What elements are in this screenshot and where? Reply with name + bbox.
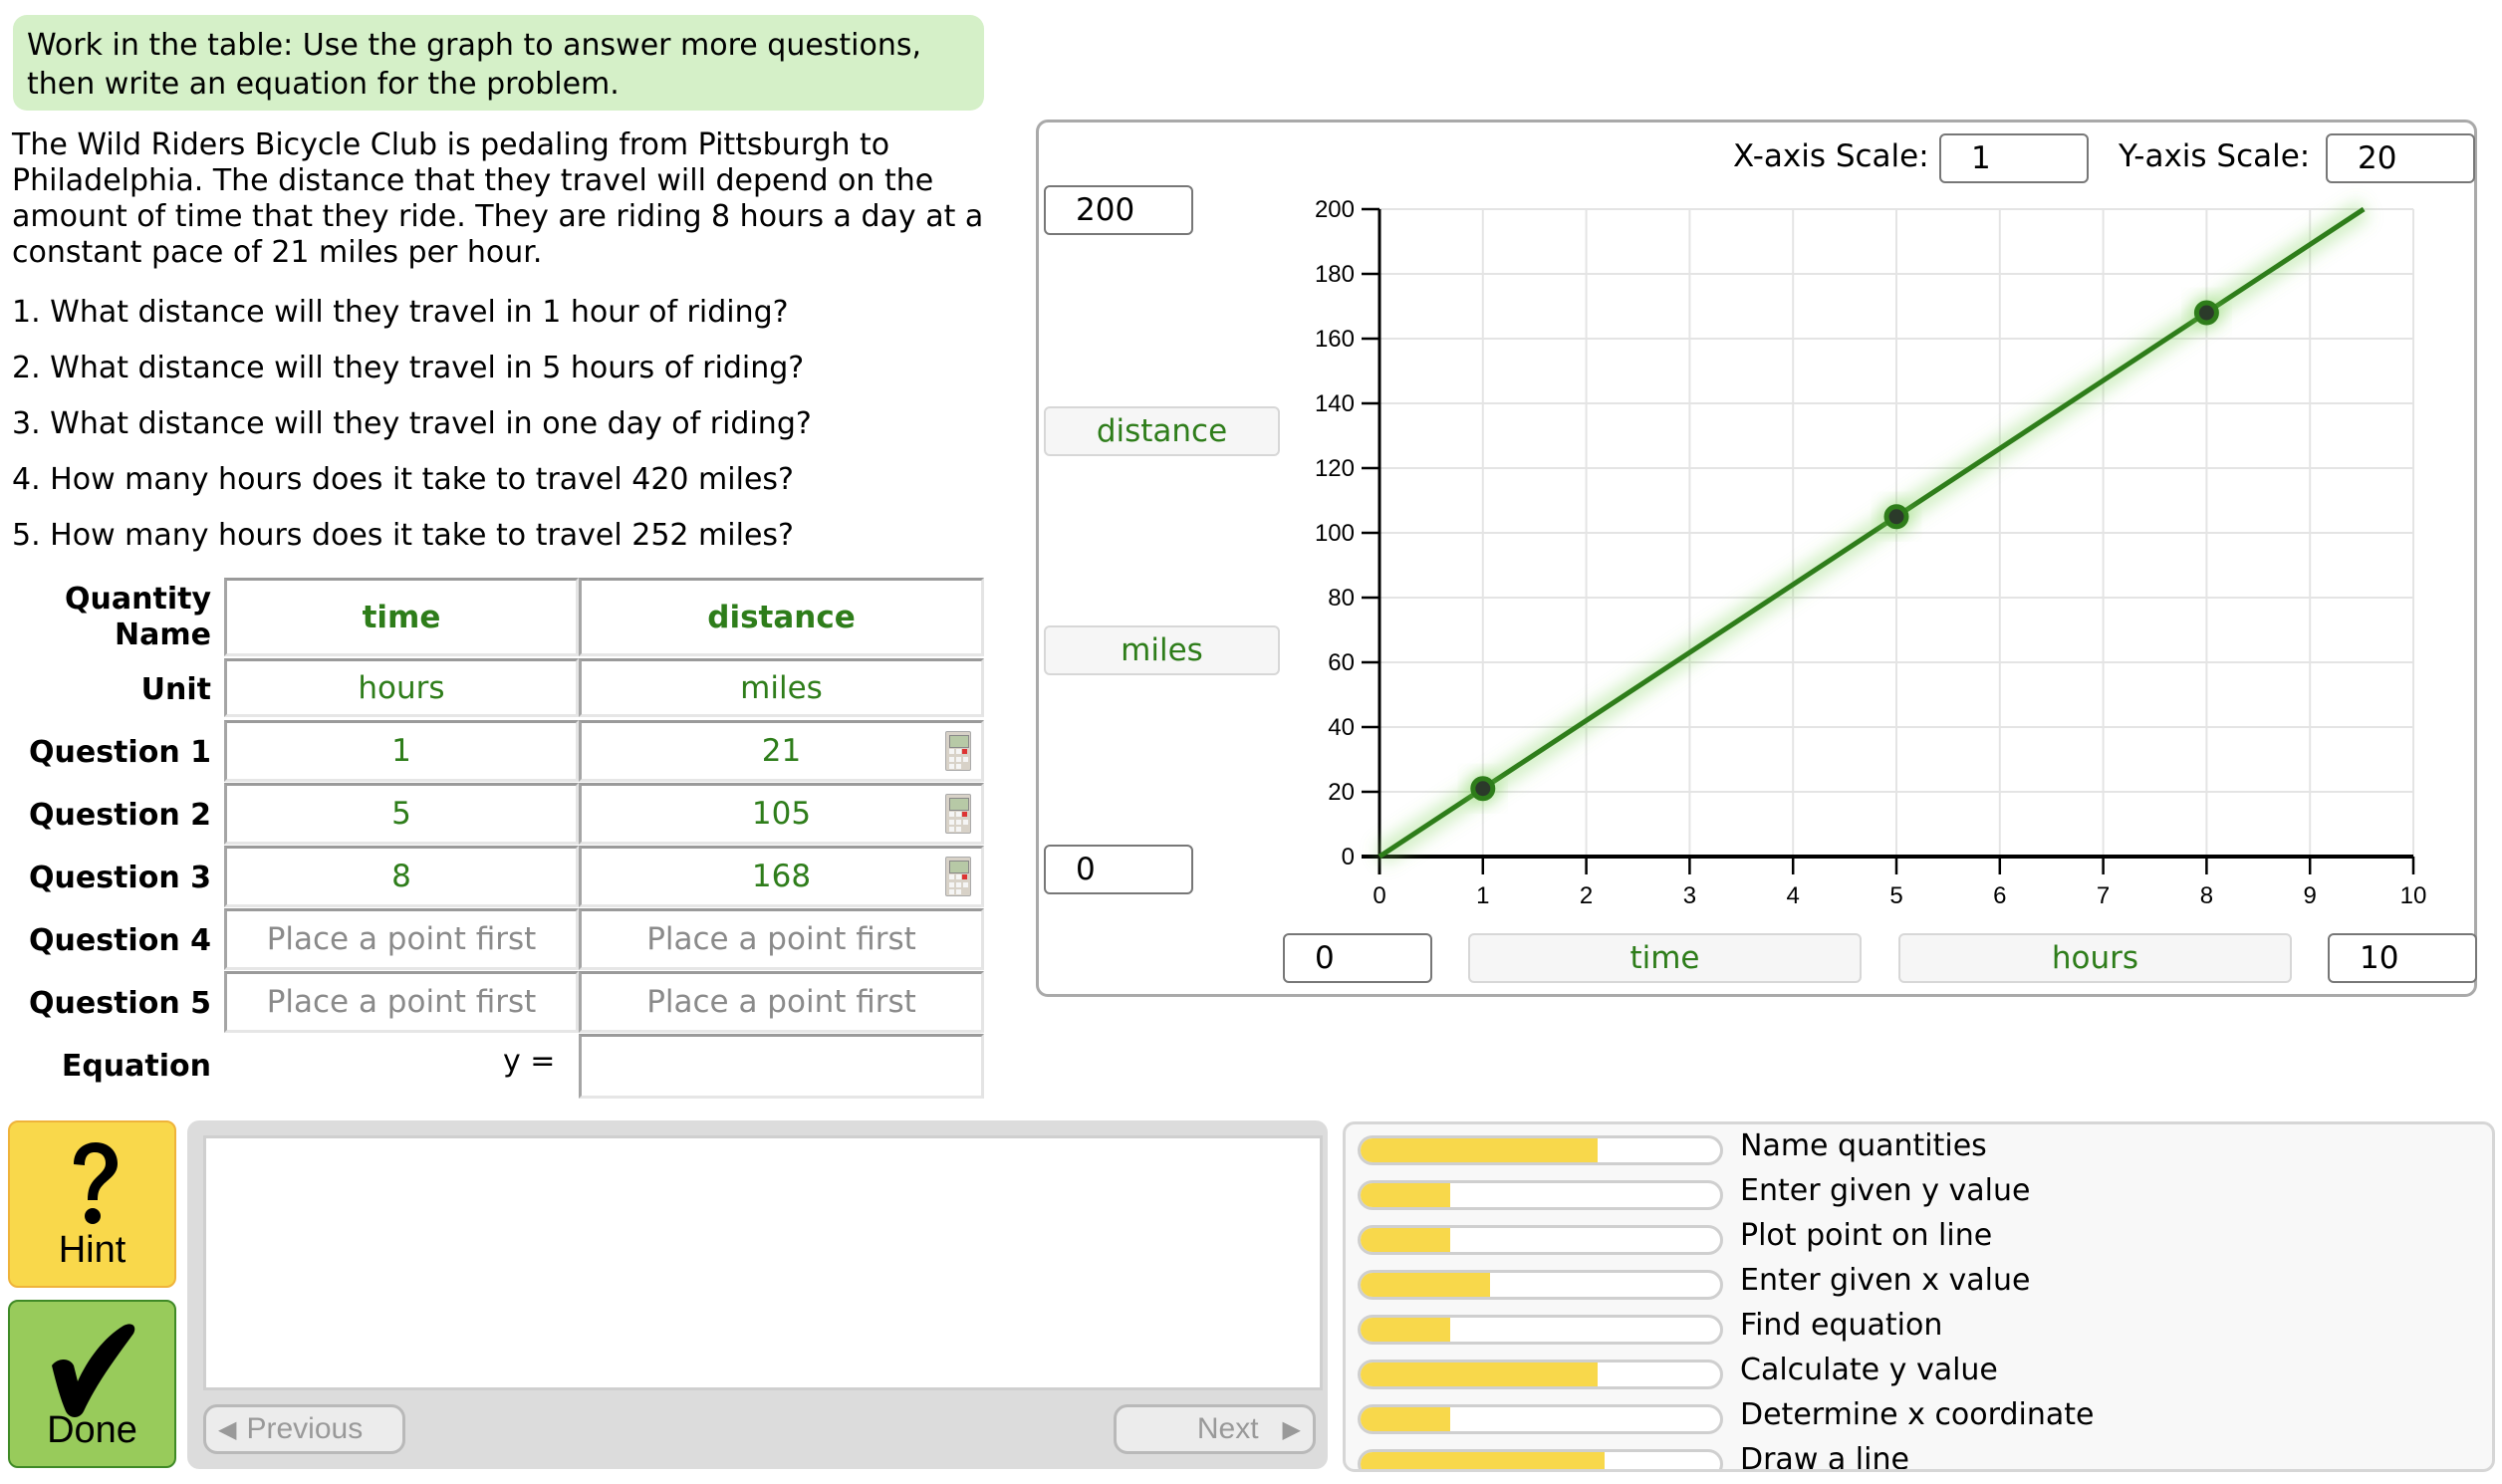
y-tick-label: 60 [1328, 649, 1355, 676]
skill-meter-panel: Name quantities Enter given y value Plot p… [1343, 1121, 2495, 1472]
y-tick-label: 80 [1328, 585, 1355, 612]
checkmark-icon [52, 1324, 135, 1417]
x-tick-label: 5 [1889, 882, 1902, 909]
x-tick-label: 9 [2304, 882, 2317, 909]
x-tick-label: 2 [1580, 882, 1593, 909]
hint-message-panel: ◀ Previous Next ▶ [187, 1120, 1328, 1469]
skill-label: Enter given x value [1740, 1263, 2031, 1298]
skill-progress-fill [1361, 1138, 1599, 1162]
y-tick-label: 200 [1315, 196, 1355, 223]
next-label: Next [1196, 1412, 1259, 1445]
data-point[interactable] [2193, 300, 2219, 326]
skill-progress-fill [1361, 1452, 1606, 1469]
skill-progress-bar [1358, 1360, 1723, 1389]
x-tick-label: 4 [1787, 882, 1800, 909]
graph-canvas[interactable]: 0 1 2 3 4 5 6 7 8 9 10020406080100120140160180200 [0, 0, 2502, 1006]
y-tick-label: 20 [1328, 779, 1355, 806]
question-mark-icon [74, 1142, 118, 1224]
skill-label: Plot point on line [1740, 1218, 1993, 1253]
skill-progress-bar [1358, 1180, 1723, 1210]
y-tick-label: 100 [1315, 520, 1355, 547]
y-tick-label: 140 [1315, 390, 1355, 417]
previous-button[interactable]: ◀ Previous [203, 1404, 405, 1454]
skill-progress-bar [1358, 1315, 1723, 1345]
skill-progress-fill [1361, 1407, 1451, 1431]
next-button[interactable]: Next ▶ [1114, 1404, 1316, 1454]
y-tick-label: 120 [1315, 455, 1355, 482]
skill-progress-bar [1358, 1225, 1723, 1255]
x-tick-label: 10 [2400, 882, 2427, 909]
skill-label: Draw a line [1740, 1442, 1909, 1472]
row-label-equation: Equation [61, 1049, 211, 1084]
skill-progress-bar [1358, 1404, 1723, 1434]
skill-label: Determine x coordinate [1740, 1397, 2095, 1432]
hint-button[interactable]: Hint [8, 1120, 176, 1288]
skill-progress-bar [1358, 1449, 1723, 1469]
y-tick-label: 180 [1315, 261, 1355, 288]
skill-progress-fill [1361, 1318, 1451, 1342]
data-point[interactable] [1470, 776, 1496, 802]
done-button[interactable]: Done [8, 1300, 176, 1468]
skill-progress-fill [1361, 1183, 1451, 1207]
y-tick-label: 0 [1342, 844, 1355, 870]
skill-progress-fill [1361, 1228, 1451, 1252]
x-tick-label: 7 [2097, 882, 2110, 909]
equation-prefix: y = [503, 1044, 556, 1079]
y-tick-label: 40 [1328, 714, 1355, 741]
data-point[interactable] [1883, 504, 1909, 530]
skill-label: Enter given y value [1740, 1173, 2031, 1208]
equation-input[interactable] [579, 1034, 984, 1099]
x-tick-label: 6 [1993, 882, 2006, 909]
x-tick-label: 1 [1476, 882, 1489, 909]
skill-label: Name quantities [1740, 1128, 1987, 1163]
hint-label: Hint [58, 1229, 126, 1271]
triangle-left-icon: ◀ [218, 1415, 237, 1443]
skill-progress-fill [1361, 1273, 1490, 1297]
x-tick-label: 3 [1683, 882, 1696, 909]
skill-progress-bar [1358, 1270, 1723, 1300]
skill-progress-bar [1358, 1135, 1723, 1165]
previous-label: Previous [246, 1412, 364, 1445]
triangle-right-icon: ▶ [1282, 1415, 1301, 1443]
skill-progress-fill [1361, 1362, 1599, 1386]
skill-label: Find equation [1740, 1308, 1943, 1343]
hint-message-area [203, 1135, 1323, 1390]
skill-label: Calculate y value [1740, 1353, 1998, 1387]
done-label: Done [47, 1409, 137, 1451]
x-tick-label: 8 [2200, 882, 2213, 909]
x-tick-label: 0 [1373, 882, 1385, 909]
y-tick-label: 160 [1315, 326, 1355, 353]
